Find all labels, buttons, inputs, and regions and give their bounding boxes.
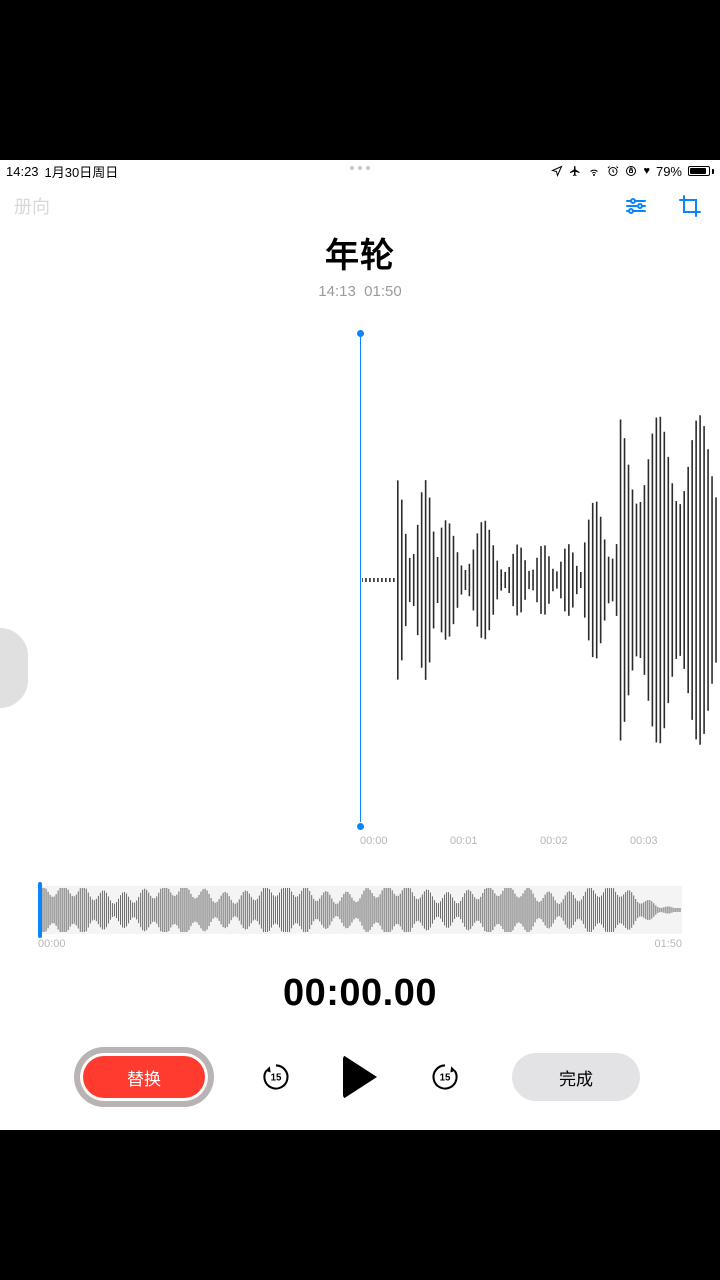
- heart-icon: ♥: [643, 165, 650, 177]
- recording-title[interactable]: 年轮: [0, 228, 720, 277]
- play-button[interactable]: [343, 1055, 377, 1099]
- svg-text:15: 15: [270, 1073, 281, 1084]
- waveform-svg: [362, 410, 720, 750]
- editor-toolbar: 册向: [0, 186, 720, 226]
- minimap-cursor[interactable]: [38, 882, 42, 938]
- playhead-handle-bottom[interactable]: [357, 823, 364, 830]
- replace-button[interactable]: 替换: [80, 1053, 208, 1101]
- battery-pct: 79%: [656, 164, 682, 179]
- done-button[interactable]: 完成: [512, 1053, 640, 1101]
- tick-label: 00:02: [540, 835, 630, 851]
- tick-label: 00:00: [360, 835, 450, 851]
- back-button[interactable]: 册向: [14, 193, 50, 219]
- status-bar: 14:23 1月30日周日 ♥ 79%: [0, 160, 720, 182]
- battery-icon: [688, 166, 714, 176]
- location-icon: [551, 165, 563, 177]
- title-block: 年轮 14:13 01:50: [0, 228, 720, 300]
- playback-controls: 替换 15 15 完成: [0, 1042, 720, 1112]
- minimap-end: 01:50: [654, 938, 682, 950]
- multitask-dots-icon[interactable]: [350, 166, 370, 170]
- waveform-minimap[interactable]: [38, 886, 682, 934]
- wifi-icon: [587, 165, 601, 177]
- waveform-time-axis: 00:00 00:01 00:02 00:03: [360, 835, 720, 851]
- orientation-lock-icon: [625, 165, 637, 177]
- minimap-svg: [38, 886, 682, 934]
- skip-forward-15-icon[interactable]: 15: [429, 1061, 461, 1093]
- status-date: 1月30日周日: [45, 162, 119, 181]
- status-time: 14:23: [6, 164, 39, 179]
- waveform-main[interactable]: 00:00 00:01 00:02 00:03: [0, 330, 720, 840]
- playback-timer: 00:00.00: [0, 972, 720, 1015]
- recording-meta: 14:13 01:50: [0, 283, 720, 300]
- minimap-start: 00:00: [38, 938, 66, 950]
- playhead-handle-top[interactable]: [357, 330, 364, 337]
- voice-memo-editor: 14:23 1月30日周日 ♥ 79% 册向: [0, 160, 720, 1130]
- crop-icon[interactable]: [678, 194, 702, 218]
- settings-sliders-icon[interactable]: [624, 194, 648, 218]
- alarm-icon: [607, 165, 619, 177]
- skip-back-15-icon[interactable]: 15: [260, 1061, 292, 1093]
- tick-label: 00:03: [630, 835, 720, 851]
- playhead-line[interactable]: [360, 332, 361, 822]
- svg-text:15: 15: [439, 1073, 450, 1084]
- minimap-time-labels: 00:00 01:50: [38, 938, 682, 950]
- tick-label: 00:01: [450, 835, 540, 851]
- airplane-icon: [569, 165, 581, 177]
